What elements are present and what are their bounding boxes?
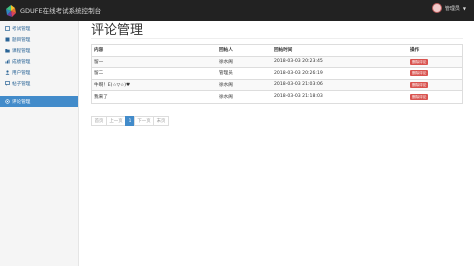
cell-time: 2018-03-03 21:18:03 — [271, 90, 407, 103]
delete-comment-button[interactable]: 删除评论 — [410, 58, 429, 65]
avatar[interactable] — [431, 3, 442, 13]
sidebar-item-label: 题目管理 — [12, 37, 31, 43]
first-page-button[interactable]: 首页 — [91, 116, 107, 126]
table-row: 留二 管理员 2018-03-03 20:26:19 删除评论 — [91, 67, 463, 80]
chevron-down-icon[interactable]: ▼ — [463, 6, 466, 11]
user-icon — [5, 70, 10, 75]
next-page-button[interactable]: 下一页 — [134, 116, 154, 126]
cell-author: 徐水阁 — [216, 90, 271, 103]
sidebar-item-users[interactable]: 用户管理 — [0, 67, 78, 78]
delete-comment-button[interactable]: 删除评论 — [410, 93, 429, 100]
sidebar-item-posts[interactable]: 帖子管理 — [0, 78, 78, 89]
post-icon — [5, 81, 10, 86]
sidebar-item-comments[interactable]: 评论管理 — [0, 96, 78, 107]
cell-action: 删除评论 — [407, 67, 463, 80]
comment-icon — [5, 99, 10, 104]
sidebar-item-label: 课程管理 — [12, 48, 31, 54]
file-icon — [5, 26, 10, 31]
prev-page-button[interactable]: 上一页 — [106, 116, 126, 126]
table-header-row: 内容 回帖人 回帖时间 操作 — [91, 44, 463, 57]
top-navbar: GDUFE在线考试系统控制台 管理员 ▼ — [0, 0, 474, 21]
table-row: 我来了 徐水阁 2018-03-03 21:18:03 删除评论 — [91, 90, 463, 103]
sidebar: 考试管理 题目管理 课程管理 成绩管理 用户管理 帖子管理 评论管理 — [0, 21, 79, 266]
cell-content: 牛啊！E(☆▽☆)♥ — [91, 78, 216, 91]
sidebar-item-label: 用户管理 — [12, 70, 31, 76]
cell-time: 2018-03-03 21:03:06 — [271, 78, 407, 91]
cell-action: 删除评论 — [407, 78, 463, 91]
chart-icon — [5, 59, 10, 64]
user-name[interactable]: 管理员 — [445, 5, 460, 12]
sidebar-item-label: 考试管理 — [12, 26, 31, 32]
delete-comment-button[interactable]: 删除评论 — [410, 70, 429, 77]
cell-time: 2018-03-03 20:26:19 — [271, 67, 407, 80]
title-divider — [91, 38, 463, 39]
sidebar-item-label: 成绩管理 — [12, 59, 31, 65]
sidebar-item-scores[interactable]: 成绩管理 — [0, 56, 78, 67]
column-header-author: 回帖人 — [216, 44, 271, 57]
cell-time: 2018-03-03 20:23:45 — [271, 55, 407, 68]
brand-title[interactable]: GDUFE在线考试系统控制台 — [20, 5, 101, 15]
comments-table: 内容 回帖人 回帖时间 操作 留一 徐水阁 2018-03-03 20:23:4… — [91, 44, 463, 103]
sidebar-item-label: 评论管理 — [12, 99, 31, 105]
cell-author: 徐水阁 — [216, 55, 271, 68]
brand-logo-icon[interactable] — [4, 3, 18, 17]
cell-content: 留一 — [91, 55, 216, 68]
sidebar-item-courses[interactable]: 课程管理 — [0, 45, 78, 56]
column-header-action: 操作 — [407, 44, 463, 57]
sidebar-item-exams[interactable]: 考试管理 — [0, 23, 78, 34]
last-page-button[interactable]: 末页 — [153, 116, 169, 126]
table-row: 留一 徐水阁 2018-03-03 20:23:45 删除评论 — [91, 55, 463, 68]
cell-author: 徐水阁 — [216, 78, 271, 91]
cell-content: 我来了 — [91, 90, 216, 103]
cell-action: 删除评论 — [407, 90, 463, 103]
cell-action: 删除评论 — [407, 55, 463, 68]
cell-content: 留二 — [91, 67, 216, 80]
column-header-time: 回帖时间 — [271, 44, 407, 57]
sidebar-item-label: 帖子管理 — [12, 81, 31, 87]
user-menu[interactable]: 管理员 ▼ — [431, 3, 466, 13]
table-row: 牛啊！E(☆▽☆)♥ 徐水阁 2018-03-03 21:03:06 删除评论 — [91, 78, 463, 91]
delete-comment-button[interactable]: 删除评论 — [410, 81, 429, 88]
folder-icon — [5, 48, 10, 53]
cell-author: 管理员 — [216, 67, 271, 80]
pagination: 首页 上一页 1 下一页 末页 — [91, 116, 169, 126]
sidebar-item-questions[interactable]: 题目管理 — [0, 34, 78, 45]
column-header-content: 内容 — [91, 44, 216, 57]
book-icon — [5, 37, 10, 42]
page-title: 评论管理 — [91, 23, 144, 38]
